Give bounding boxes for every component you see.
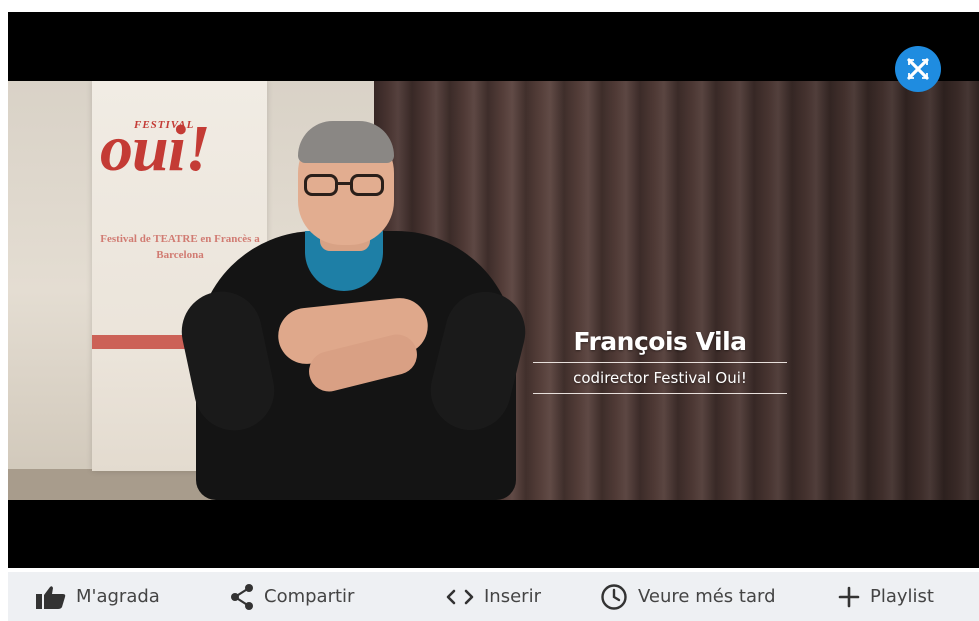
code-brackets-icon (446, 589, 474, 605)
watch-later-button[interactable]: Veure més tard (600, 572, 776, 621)
speaker-role: codirector Festival Oui! (573, 369, 747, 387)
banner-subtitle: Festival de TEATRE en Francès a Barcelon… (100, 233, 260, 261)
like-button[interactable]: M'agrada (36, 572, 160, 621)
speaker-name: François Vila (573, 327, 747, 356)
plus-icon (838, 586, 860, 608)
share-label: Compartir (264, 586, 355, 607)
like-label: M'agrada (76, 586, 160, 607)
caption-divider-bottom (533, 393, 787, 394)
video-frame[interactable]: oui! FESTIVAL Festival de TEATRE en Fran… (8, 81, 979, 500)
embed-label: Inserir (484, 586, 541, 607)
video-action-toolbar: M'agrada Compartir Inserir Veure més tar… (8, 572, 979, 621)
share-button[interactable]: Compartir (230, 572, 354, 621)
thumbs-up-icon (36, 585, 66, 609)
embed-button[interactable]: Inserir (446, 572, 541, 621)
playlist-button[interactable]: Playlist (838, 572, 934, 621)
x-cross-logo-icon[interactable] (895, 46, 941, 92)
lower-third-caption: François Vila codirector Festival Oui! (533, 327, 787, 394)
speaker-glasses (304, 174, 388, 198)
clock-icon (600, 583, 628, 611)
playlist-label: Playlist (870, 586, 934, 607)
speaker-hair (298, 121, 394, 163)
video-player[interactable]: oui! FESTIVAL Festival de TEATRE en Fran… (8, 12, 979, 568)
share-icon (230, 583, 254, 610)
banner-festival-text: FESTIVAL (134, 119, 195, 131)
watch-later-label: Veure més tard (638, 586, 776, 607)
